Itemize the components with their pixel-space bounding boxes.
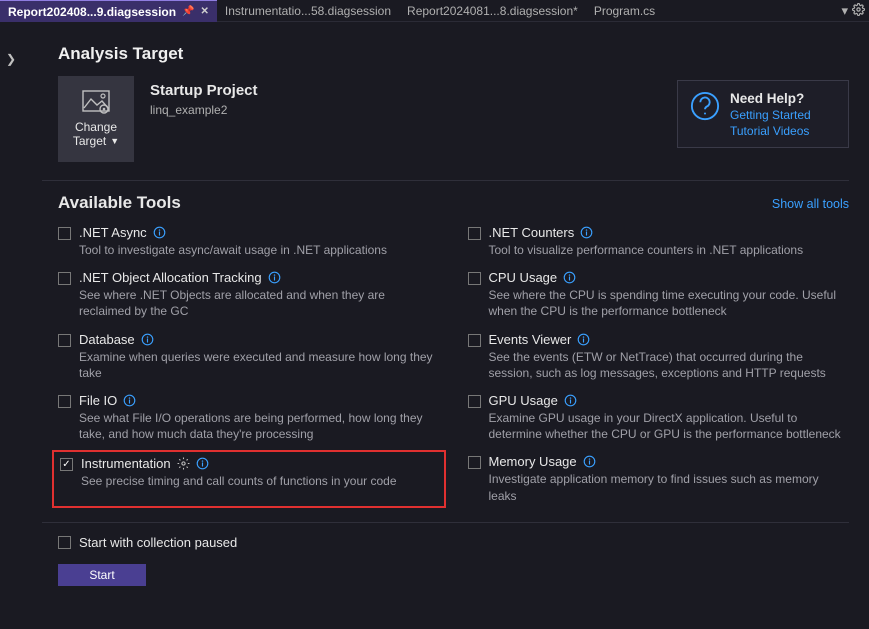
gear-icon[interactable] [177,457,190,470]
close-icon[interactable]: ✕ [201,6,209,17]
tab-actions: ▾ [841,0,865,22]
start-paused-checkbox[interactable]: Start with collection paused [58,535,849,550]
tool-item: Database Examine when queries were execut… [58,332,440,381]
tool-name[interactable]: File IO [79,393,117,408]
info-icon[interactable] [196,457,209,470]
tab-label: Report202408...9.diagsession [8,5,176,19]
tool-checkbox[interactable] [468,456,481,469]
tab[interactable]: Program.cs [586,0,663,22]
tool-name[interactable]: Instrumentation [81,456,171,471]
tool-description: Tool to visualize performance counters i… [489,242,850,258]
divider [42,522,849,523]
show-all-tools-link[interactable]: Show all tools [772,197,849,211]
tool-checkbox[interactable] [468,395,481,408]
help-title: Need Help? [730,91,811,106]
tool-description: See where the CPU is spending time execu… [489,287,850,319]
tool-item: Instrumentation See precise timing and ca… [60,456,438,489]
tool-item: CPU Usage See where the CPU is spending t… [468,270,850,319]
tool-description: See what File I/O operations are being p… [79,410,440,442]
tool-name[interactable]: Events Viewer [489,332,572,347]
tool-name[interactable]: GPU Usage [489,393,558,408]
start-button[interactable]: Start [58,564,146,586]
change-target-button[interactable]: Change Target ▼ [58,76,134,162]
tool-description: Tool to investigate async/await usage in… [79,242,440,258]
tool-description: Examine GPU usage in your DirectX applic… [489,410,850,442]
checkbox-icon [58,536,71,549]
tool-checkbox[interactable] [58,227,71,240]
tool-item: .NET Async Tool to investigate async/awai… [58,225,440,258]
divider [42,180,849,181]
change-target-line2: Target [73,134,106,148]
tool-item: GPU Usage Examine GPU usage in your Direc… [468,393,850,442]
gear-icon[interactable] [852,3,865,19]
tool-name[interactable]: Database [79,332,135,347]
info-icon[interactable] [563,271,576,284]
tool-checkbox[interactable] [58,395,71,408]
tab-label: Program.cs [594,4,655,18]
tab[interactable]: Report2024081...8.diagsession* [399,0,586,22]
tool-checkbox[interactable] [468,272,481,285]
help-icon [690,91,720,121]
tool-checkbox[interactable] [60,458,73,471]
help-getting-started-link[interactable]: Getting Started [730,108,811,124]
tab-bar: Report202408...9.diagsession 📌 ✕ Instrum… [0,0,869,22]
analysis-target-heading: Analysis Target [58,44,849,64]
help-card: Need Help? Getting Started Tutorial Vide… [677,80,849,148]
tool-description: See the events (ETW or NetTrace) that oc… [489,349,850,381]
pin-icon[interactable]: 📌 [182,6,194,17]
tool-description: See precise timing and call counts of fu… [81,473,438,489]
available-tools-heading: Available Tools [58,193,181,213]
tab-label: Report2024081...8.diagsession* [407,4,578,18]
tool-name[interactable]: .NET Object Allocation Tracking [79,270,262,285]
tool-checkbox[interactable] [58,334,71,347]
info-icon[interactable] [580,226,593,239]
tool-description: Examine when queries were executed and m… [79,349,440,381]
startup-project-block: Startup Project linq_example2 [150,76,258,162]
tool-name[interactable]: Memory Usage [489,454,577,469]
highlight-box: Instrumentation See precise timing and ca… [52,450,446,507]
tool-name[interactable]: .NET Counters [489,225,575,240]
tool-item: .NET Counters Tool to visualize performan… [468,225,850,258]
tool-item: Events Viewer See the events (ETW or NetT… [468,332,850,381]
collapse-gutter[interactable]: ❯ [0,22,22,629]
startup-project-name: linq_example2 [150,103,258,117]
tool-item: Memory Usage Investigate application memo… [468,454,850,503]
chevron-down-icon: ▼ [110,136,119,146]
tool-description: Investigate application memory to find i… [489,471,850,503]
info-icon[interactable] [564,394,577,407]
tool-item: File IO See what File I/O operations are … [58,393,440,442]
change-target-line1: Change [75,120,117,134]
help-tutorial-videos-link[interactable]: Tutorial Videos [730,124,811,140]
picture-gear-icon [82,90,110,114]
info-icon[interactable] [268,271,281,284]
info-icon[interactable] [141,333,154,346]
tab-active[interactable]: Report202408...9.diagsession 📌 ✕ [0,0,217,22]
tab-label: Instrumentatio...58.diagsession [225,4,391,18]
window-dropdown-icon[interactable]: ▾ [841,3,848,19]
tool-item: .NET Object Allocation Tracking See where… [58,270,440,319]
start-button-label: Start [89,568,114,582]
tool-name[interactable]: CPU Usage [489,270,558,285]
tool-description: See where .NET Objects are allocated and… [79,287,440,319]
tool-checkbox[interactable] [468,227,481,240]
tool-checkbox[interactable] [468,334,481,347]
startup-project-title: Startup Project [150,82,258,99]
start-paused-label: Start with collection paused [79,535,237,550]
info-icon[interactable] [577,333,590,346]
tool-checkbox[interactable] [58,272,71,285]
tab[interactable]: Instrumentatio...58.diagsession [217,0,399,22]
info-icon[interactable] [123,394,136,407]
info-icon[interactable] [153,226,166,239]
info-icon[interactable] [583,455,596,468]
tool-name[interactable]: .NET Async [79,225,147,240]
